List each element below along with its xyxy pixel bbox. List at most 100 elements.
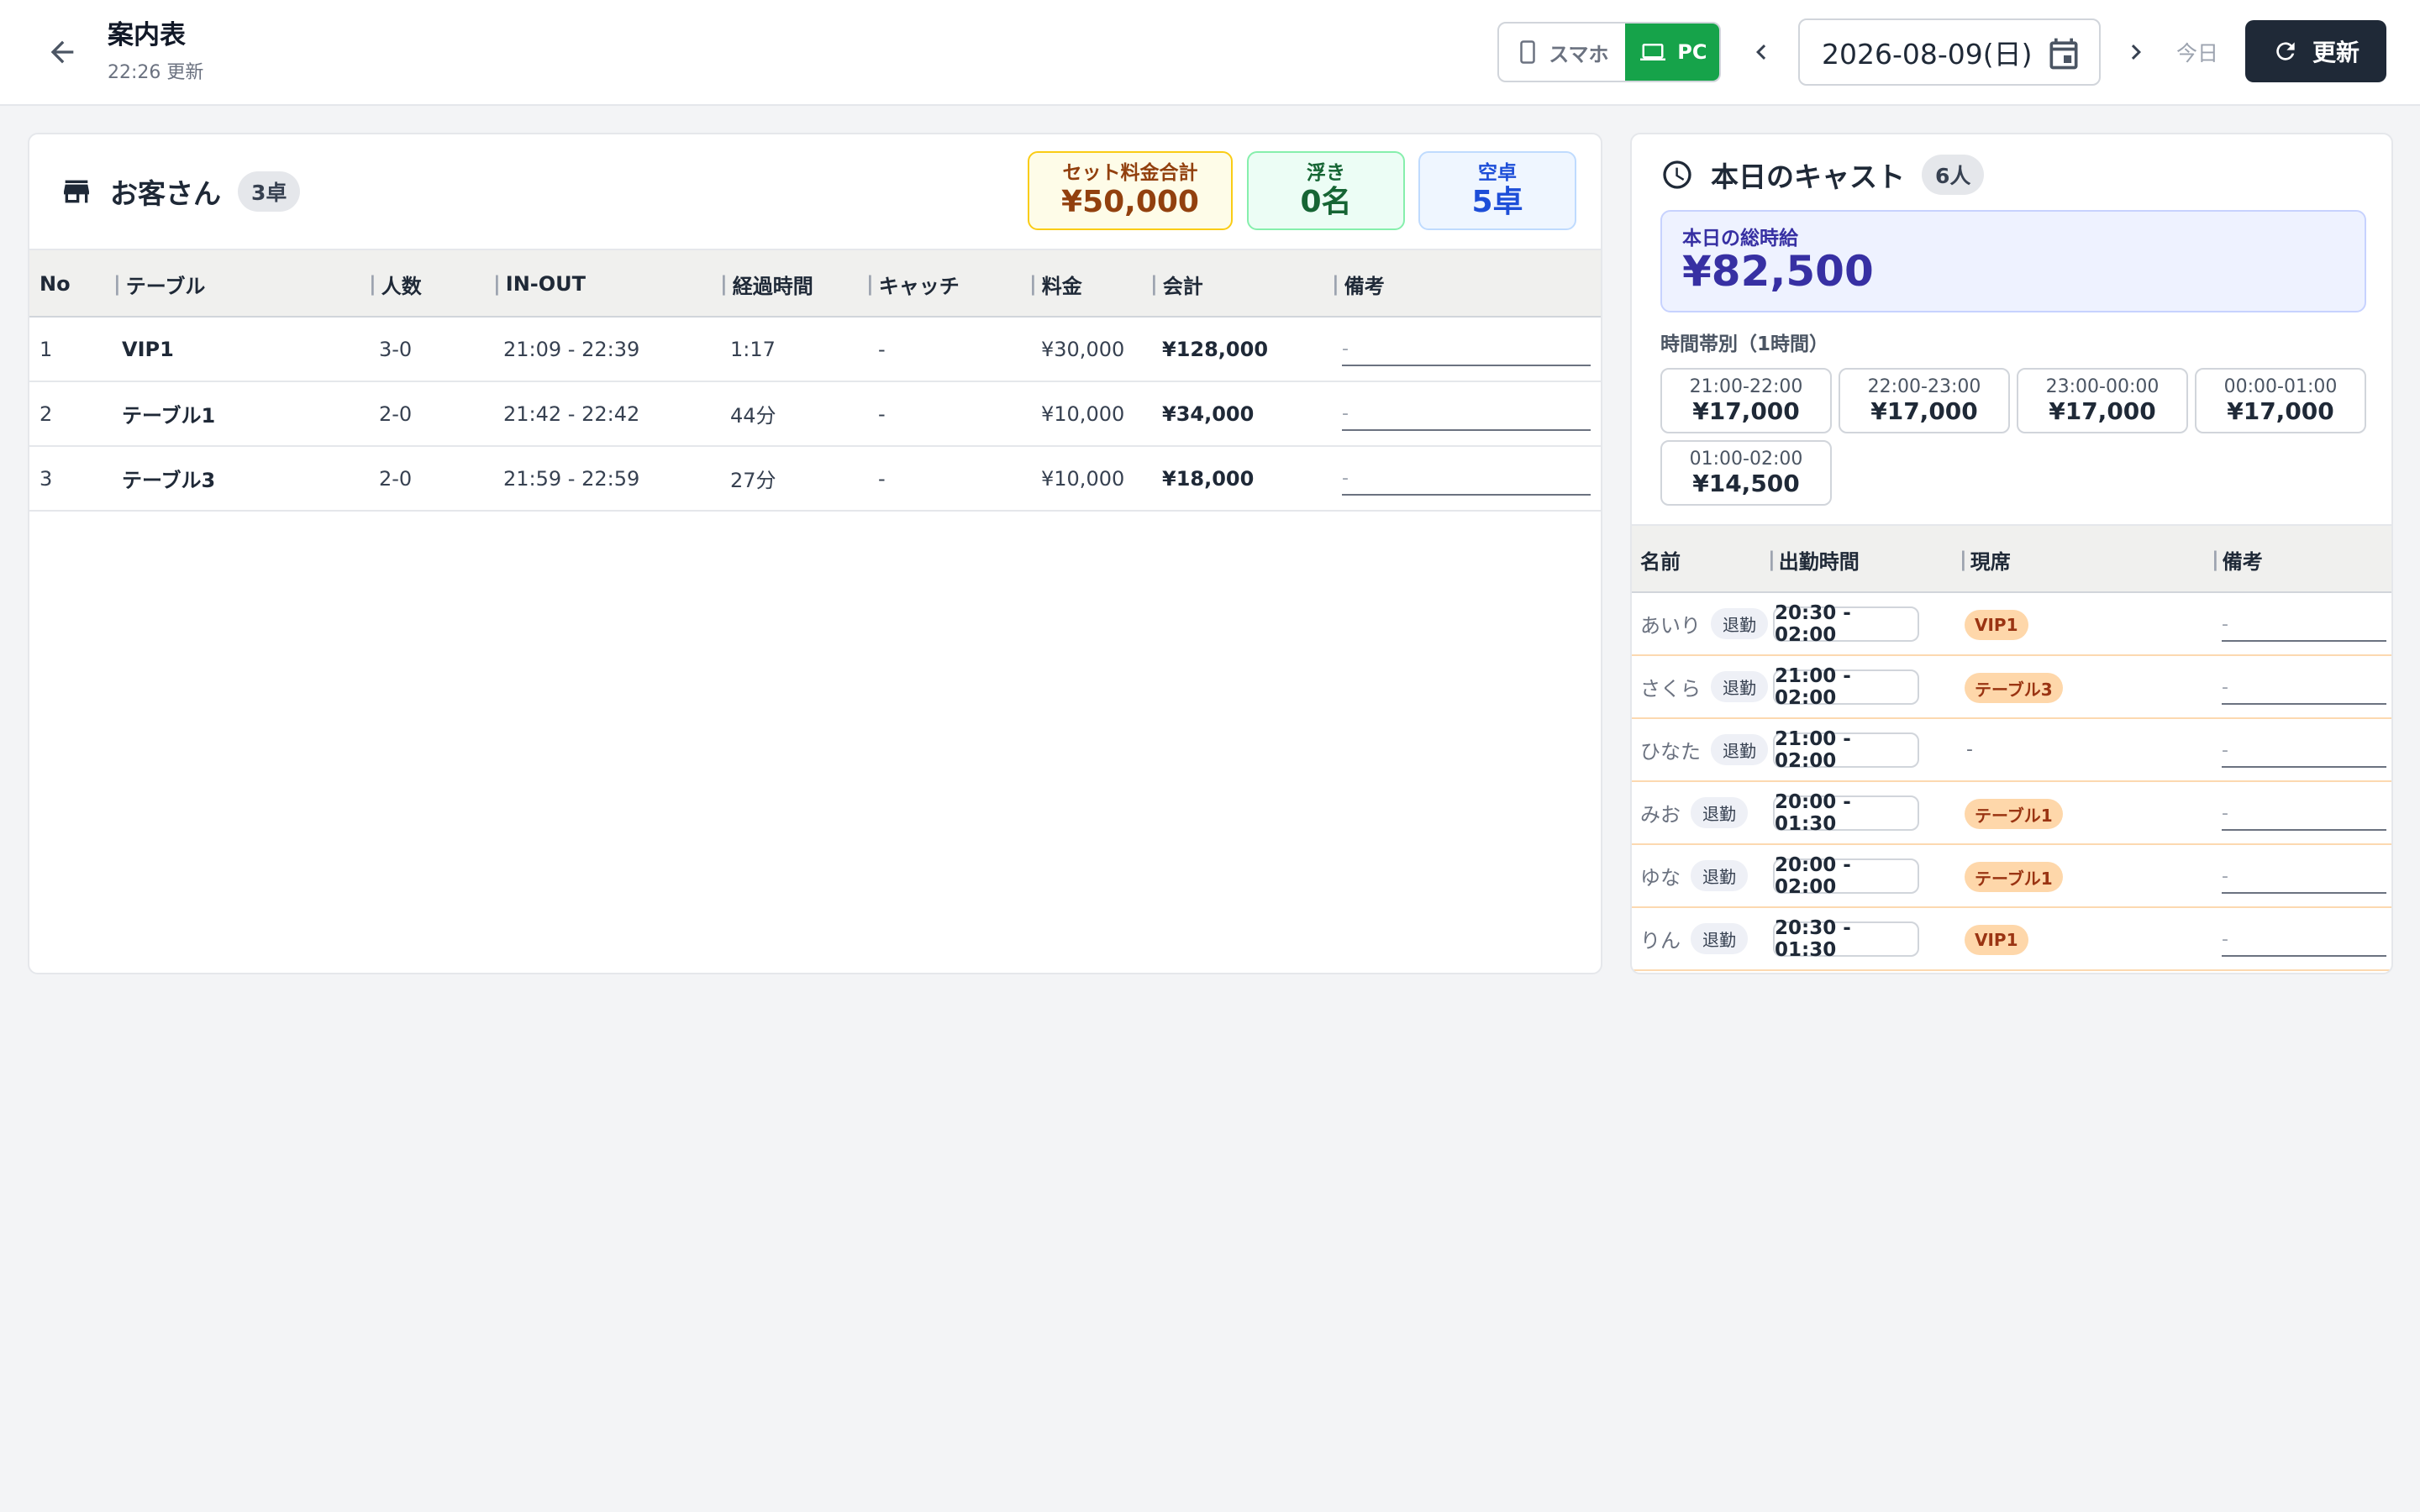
floating-label: 浮き <box>1307 162 1345 184</box>
list-item[interactable]: さくら 退勤 21:00 - 02:00 テーブル3 - <box>1632 656 2391 719</box>
status-badge: 退勤 <box>1711 671 1768 702</box>
shift-time[interactable]: 20:30 - 01:30 <box>1773 917 1919 961</box>
today-button[interactable]: 今日 <box>2176 37 2218 67</box>
row-people: 2-0 <box>379 466 413 491</box>
app-header: 案内表 22:26 更新 スマホ PC 2026-08-09(日) 今日 更新 <box>0 0 2420 106</box>
shift-time[interactable]: 20:00 - 01:30 <box>1773 791 1919 835</box>
row-elapsed: 27分 <box>730 469 776 492</box>
col-cast-note-label: 備考 <box>2222 549 2263 574</box>
store-icon <box>64 180 89 203</box>
slot-value: ¥17,000 <box>2227 397 2334 425</box>
next-date-button[interactable] <box>2118 34 2154 71</box>
row-note-input[interactable]: - <box>1342 397 1591 431</box>
seat-badge: テーブル3 <box>1965 673 2063 703</box>
table-row[interactable]: 2 テーブル1 2-0 21:42 - 22:42 44分 - ¥10,000 … <box>29 382 1601 447</box>
updated-time: 22:26 更新 <box>108 62 204 83</box>
col-no[interactable]: No <box>39 250 71 318</box>
hourly-slot: 01:00-02:00 ¥14,500 <box>1660 440 1832 506</box>
total-wage-card: 本日の総時給 ¥82,500 <box>1660 210 2366 312</box>
empty-tables-label: 空卓 <box>1478 162 1517 184</box>
col-catch[interactable]: | キャッチ <box>866 250 960 318</box>
customers-count-badge: 3卓 <box>238 171 301 212</box>
col-in-out[interactable]: | IN-OUT <box>493 250 586 318</box>
pc-view-label: PC <box>1677 40 1707 64</box>
col-table-label: テーブル <box>125 274 206 298</box>
customers-title: お客さん 3卓 <box>60 171 301 212</box>
hourly-slot: 22:00-23:00 ¥17,000 <box>1839 368 2010 433</box>
customers-header: お客さん 3卓 セット料金合計 ¥50,000 浮き 0名 空卓 5卓 <box>29 134 1601 249</box>
col-fee[interactable]: | 料金 <box>1029 250 1082 318</box>
cast-note-input[interactable]: - <box>2222 671 2386 705</box>
calendar-icon[interactable] <box>2045 35 2082 72</box>
col-seat[interactable]: | 現席 <box>1960 526 2011 593</box>
shift-time[interactable]: 21:00 - 02:00 <box>1773 665 1919 709</box>
table-row[interactable]: 1 VIP1 3-0 21:09 - 22:39 1:17 - ¥30,000 … <box>29 318 1601 382</box>
row-total: ¥18,000 <box>1162 466 1255 491</box>
row-note-input[interactable]: - <box>1342 462 1591 496</box>
slot-value: ¥17,000 <box>1870 397 1978 425</box>
list-item[interactable]: りん 退勤 20:30 - 01:30 VIP1 - <box>1632 908 2391 971</box>
seat-badge: VIP1 <box>1965 925 2028 955</box>
date-picker[interactable]: 2026-08-09(日) <box>1798 18 2101 86</box>
hourly-label: 時間帯別（1時間） <box>1660 333 1829 355</box>
smartphone-view-button[interactable]: スマホ <box>1499 24 1625 81</box>
col-seat-label: 現席 <box>1970 549 2011 574</box>
list-item[interactable]: ひなた 退勤 21:00 - 02:00 - - <box>1632 719 2391 782</box>
col-name[interactable]: 名前 <box>1640 526 1681 593</box>
clock-icon <box>1663 160 1691 189</box>
cast-table: 名前 | 出勤時間 | 現席 | 備考 あいり 退勤 20:30 - 02:00 VIP… <box>1632 524 2391 971</box>
cast-note-input[interactable]: - <box>2222 734 2386 768</box>
total-wage-label: 本日の総時給 <box>1682 228 1798 249</box>
smartphone-view-label: スマホ <box>1549 42 1609 66</box>
customers-panel: お客さん 3卓 セット料金合計 ¥50,000 浮き 0名 空卓 5卓 No |… <box>28 133 1602 974</box>
cast-name-text: さくら <box>1640 677 1701 701</box>
slot-value: ¥14,500 <box>1692 470 1800 497</box>
seat-badge: VIP1 <box>1965 610 2028 640</box>
refresh-button[interactable]: 更新 <box>2245 20 2386 82</box>
col-total[interactable]: | 会計 <box>1150 250 1203 318</box>
set-total-label: セット料金合計 <box>1062 162 1198 184</box>
status-badge: 退勤 <box>1691 860 1748 891</box>
row-total: ¥128,000 <box>1162 337 1269 361</box>
chevron-left-icon <box>1756 45 1766 60</box>
cast-note-input[interactable]: - <box>2222 797 2386 831</box>
cast-name: みお 退勤 <box>1640 782 1748 843</box>
row-in-out: 21:42 - 22:42 <box>503 402 640 426</box>
status-badge: 退勤 <box>1711 608 1768 639</box>
row-people: 2-0 <box>379 402 413 426</box>
row-total: ¥34,000 <box>1162 402 1255 426</box>
shift-time[interactable]: 20:30 - 02:00 <box>1773 602 1919 646</box>
back-button[interactable] <box>40 34 84 71</box>
chevron-right-icon <box>2131 45 2141 60</box>
seat-badge: テーブル1 <box>1965 799 2063 829</box>
list-item[interactable]: あいり 退勤 20:30 - 02:00 VIP1 - <box>1632 593 2391 656</box>
row-elapsed: 44分 <box>730 404 776 428</box>
cast-note-input[interactable]: - <box>2222 608 2386 642</box>
cast-note-input[interactable]: - <box>2222 860 2386 894</box>
list-item[interactable]: ゆな 退勤 20:00 - 02:00 テーブル1 - <box>1632 845 2391 908</box>
prev-date-button[interactable] <box>1743 34 1780 71</box>
shift-time[interactable]: 21:00 - 02:00 <box>1773 728 1919 772</box>
row-note-input[interactable]: - <box>1342 333 1591 366</box>
page-title: 案内表 <box>108 20 186 50</box>
cast-table-header: 名前 | 出勤時間 | 現席 | 備考 <box>1632 524 2391 593</box>
slot-time: 22:00-23:00 <box>1867 376 1981 397</box>
shift-time[interactable]: 20:00 - 02:00 <box>1773 854 1919 898</box>
status-badge: 退勤 <box>1711 734 1768 765</box>
row-catch: - <box>878 466 886 491</box>
col-table[interactable]: | テーブル <box>113 250 205 318</box>
table-row[interactable]: 3 テーブル3 2-0 21:59 - 22:59 27分 - ¥10,000 … <box>29 447 1601 512</box>
cast-name-text: みお <box>1640 803 1681 827</box>
cast-note-input[interactable]: - <box>2222 923 2386 957</box>
col-note[interactable]: | 備考 <box>1332 250 1385 318</box>
col-shift-label: 出勤時間 <box>1778 549 1860 574</box>
pc-view-button[interactable]: PC <box>1624 24 1719 81</box>
row-in-out: 21:09 - 22:39 <box>503 337 640 361</box>
col-people-label: 人数 <box>381 274 422 298</box>
list-item[interactable]: みお 退勤 20:00 - 01:30 テーブル1 - <box>1632 782 2391 845</box>
col-cast-note[interactable]: | 備考 <box>2212 526 2263 593</box>
col-shift[interactable]: | 出勤時間 <box>1768 526 1860 593</box>
status-badge: 退勤 <box>1691 923 1748 954</box>
col-elapsed[interactable]: | 経過時間 <box>720 250 813 318</box>
col-people[interactable]: | 人数 <box>369 250 422 318</box>
